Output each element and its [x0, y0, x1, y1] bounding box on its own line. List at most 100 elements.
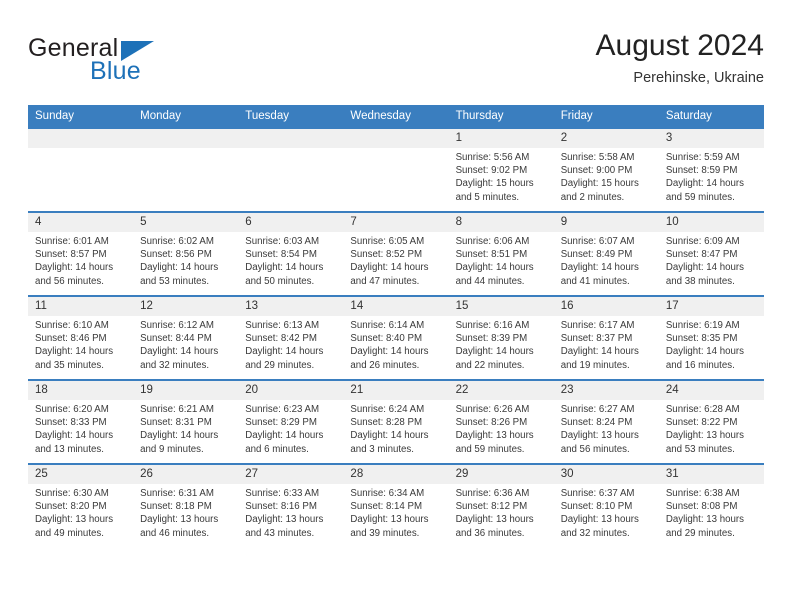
day-number: 3: [658, 129, 764, 148]
daylight-text: Daylight: 15 hours and 5 minutes.: [455, 178, 534, 203]
sunrise-text: Sunrise: 6:02 AM: [140, 236, 214, 247]
calendar-week-row: 4 Sunrise: 6:01 AM Sunset: 8:57 PM Daylight…: [28, 211, 764, 296]
calendar-day-cell[interactable]: 17 Sunrise: 6:19 AM Sunset: 8:35 PM Dayligh…: [658, 295, 764, 380]
sunset-text: Sunset: 8:20 PM: [35, 501, 107, 513]
day-details: Sunrise: 6:02 AM Sunset: 8:56 PM Daylight:…: [133, 232, 238, 288]
sunrise-text: Sunrise: 6:13 AM: [245, 320, 320, 331]
page-title: August 2024: [595, 29, 764, 62]
daylight-text: Daylight: 14 hours and 47 minutes.: [350, 262, 429, 287]
calendar-day-cell[interactable]: 29 Sunrise: 6:36 AM Sunset: 8:12 PM Dayligh…: [448, 463, 554, 547]
sunrise-text: Sunrise: 6:16 AM: [455, 320, 530, 331]
sunset-text: Sunset: 8:33 PM: [35, 417, 107, 429]
daylight-text: Daylight: 14 hours and 32 minutes.: [140, 346, 219, 371]
calendar-day-cell-empty: [133, 127, 239, 212]
sunrise-text: Sunrise: 6:09 AM: [665, 236, 740, 247]
daylight-text: Daylight: 13 hours and 43 minutes.: [245, 514, 324, 539]
weekday-headers: Sunday Monday Tuesday Wednesday Thursday Frid…: [28, 105, 764, 128]
general-blue-logo[interactable]: General Blue: [28, 34, 248, 92]
sunset-text: Sunset: 8:51 PM: [455, 249, 528, 261]
calendar-day-cell[interactable]: 27 Sunrise: 6:33 AM Sunset: 8:16 PM Dayligh…: [238, 463, 344, 547]
day-number: 13: [238, 297, 344, 316]
day-details: Sunrise: 6:17 AM Sunset: 8:37 PM Daylight:…: [554, 316, 659, 372]
calendar-day-cell[interactable]: 8 Sunrise: 6:06 AM Sunset: 8:51 PM Daylight…: [448, 211, 554, 296]
calendar-day-cell[interactable]: 24 Sunrise: 6:28 AM Sunset: 8:22 PM Dayligh…: [658, 379, 764, 464]
calendar-day-cell[interactable]: 22 Sunrise: 6:26 AM Sunset: 8:26 PM Dayligh…: [448, 379, 554, 464]
page-header: General Blue August 2024 Perehinske, Ukr…: [28, 28, 764, 98]
calendar-day-cell[interactable]: 20 Sunrise: 6:23 AM Sunset: 8:29 PM Dayligh…: [238, 379, 344, 464]
calendar-day-cell[interactable]: 16 Sunrise: 6:17 AM Sunset: 8:37 PM Dayligh…: [553, 295, 659, 380]
sunset-text: Sunset: 8:35 PM: [665, 333, 738, 345]
day-details: Sunrise: 6:13 AM Sunset: 8:42 PM Daylight:…: [238, 316, 343, 372]
calendar-day-cell[interactable]: 15 Sunrise: 6:16 AM Sunset: 8:39 PM Dayligh…: [448, 295, 554, 380]
day-number: 23: [553, 381, 659, 400]
day-details: Sunrise: 6:12 AM Sunset: 8:44 PM Daylight:…: [133, 316, 238, 372]
calendar-day-cell[interactable]: 13 Sunrise: 6:13 AM Sunset: 8:42 PM Dayligh…: [238, 295, 344, 380]
calendar-day-cell[interactable]: 19 Sunrise: 6:21 AM Sunset: 8:31 PM Dayligh…: [133, 379, 239, 464]
sunrise-text: Sunrise: 6:26 AM: [455, 404, 530, 415]
day-number: 9: [553, 213, 659, 232]
day-details: Sunrise: 6:09 AM Sunset: 8:47 PM Daylight:…: [659, 232, 764, 288]
day-details: Sunrise: 6:31 AM Sunset: 8:18 PM Daylight:…: [133, 484, 238, 540]
calendar-day-cell[interactable]: 12 Sunrise: 6:12 AM Sunset: 8:44 PM Dayligh…: [133, 295, 239, 380]
day-number: 29: [448, 465, 554, 484]
calendar-day-cell[interactable]: 31 Sunrise: 6:38 AM Sunset: 8:08 PM Dayligh…: [658, 463, 764, 547]
day-number: 15: [448, 297, 554, 316]
calendar-day-cell[interactable]: 4 Sunrise: 6:01 AM Sunset: 8:57 PM Daylight…: [28, 211, 134, 296]
day-details: Sunrise: 5:58 AM Sunset: 9:00 PM Daylight:…: [554, 148, 659, 204]
calendar-day-cell[interactable]: 11 Sunrise: 6:10 AM Sunset: 8:46 PM Dayligh…: [28, 295, 134, 380]
day-details: Sunrise: 6:20 AM Sunset: 8:33 PM Daylight:…: [28, 400, 133, 456]
day-number: 25: [28, 465, 134, 484]
daylight-text: Daylight: 14 hours and 50 minutes.: [245, 262, 324, 287]
daylight-text: Daylight: 13 hours and 39 minutes.: [350, 514, 429, 539]
calendar-page: General Blue August 2024 Perehinske, Ukr…: [0, 0, 792, 612]
sunset-text: Sunset: 8:26 PM: [455, 417, 528, 429]
sunrise-text: Sunrise: 5:56 AM: [455, 152, 530, 163]
daylight-text: Daylight: 14 hours and 22 minutes.: [455, 346, 534, 371]
daylight-text: Daylight: 14 hours and 3 minutes.: [350, 430, 429, 455]
daylight-text: Daylight: 14 hours and 26 minutes.: [350, 346, 429, 371]
calendar-day-cell[interactable]: 9 Sunrise: 6:07 AM Sunset: 8:49 PM Daylight…: [553, 211, 659, 296]
daylight-text: Daylight: 14 hours and 29 minutes.: [245, 346, 324, 371]
calendar-week-row: 1 Sunrise: 5:56 AM Sunset: 9:02 PM Daylight…: [28, 127, 764, 212]
calendar-day-cell[interactable]: 7 Sunrise: 6:05 AM Sunset: 8:52 PM Daylight…: [343, 211, 449, 296]
calendar-day-cell[interactable]: 26 Sunrise: 6:31 AM Sunset: 8:18 PM Dayligh…: [133, 463, 239, 547]
day-details: Sunrise: 6:38 AM Sunset: 8:08 PM Daylight:…: [659, 484, 764, 540]
calendar-day-cell[interactable]: 18 Sunrise: 6:20 AM Sunset: 8:33 PM Dayligh…: [28, 379, 134, 464]
daylight-text: Daylight: 14 hours and 16 minutes.: [665, 346, 744, 371]
calendar-day-cell[interactable]: 14 Sunrise: 6:14 AM Sunset: 8:40 PM Dayligh…: [343, 295, 449, 380]
day-details: Sunrise: 6:37 AM Sunset: 8:10 PM Daylight:…: [554, 484, 659, 540]
calendar-day-cell[interactable]: 25 Sunrise: 6:30 AM Sunset: 8:20 PM Dayligh…: [28, 463, 134, 547]
day-number: [28, 129, 134, 148]
day-details: Sunrise: 6:34 AM Sunset: 8:14 PM Daylight:…: [343, 484, 448, 540]
day-details: Sunrise: 6:16 AM Sunset: 8:39 PM Daylight:…: [449, 316, 554, 372]
day-number: 28: [343, 465, 449, 484]
sunrise-text: Sunrise: 6:14 AM: [350, 320, 425, 331]
calendar-body: 1 Sunrise: 5:56 AM Sunset: 9:02 PM Daylight…: [28, 127, 764, 547]
calendar-day-cell[interactable]: 5 Sunrise: 6:02 AM Sunset: 8:56 PM Daylight…: [133, 211, 239, 296]
sunrise-text: Sunrise: 6:28 AM: [665, 404, 740, 415]
sunrise-text: Sunrise: 6:31 AM: [140, 488, 214, 499]
calendar-day-cell[interactable]: 10 Sunrise: 6:09 AM Sunset: 8:47 PM Dayligh…: [658, 211, 764, 296]
calendar-day-cell[interactable]: 1 Sunrise: 5:56 AM Sunset: 9:02 PM Daylight…: [448, 127, 554, 212]
day-number: 1: [448, 129, 554, 148]
calendar-day-cell[interactable]: 6 Sunrise: 6:03 AM Sunset: 8:54 PM Daylight…: [238, 211, 344, 296]
sunset-text: Sunset: 8:59 PM: [665, 165, 738, 177]
day-details: Sunrise: 6:27 AM Sunset: 8:24 PM Daylight:…: [554, 400, 659, 456]
day-number: 17: [658, 297, 764, 316]
calendar-day-cell[interactable]: 3 Sunrise: 5:59 AM Sunset: 8:59 PM Daylight…: [658, 127, 764, 212]
calendar-day-cell[interactable]: 2 Sunrise: 5:58 AM Sunset: 9:00 PM Daylight…: [553, 127, 659, 212]
calendar-day-cell[interactable]: 21 Sunrise: 6:24 AM Sunset: 8:28 PM Dayligh…: [343, 379, 449, 464]
daylight-text: Daylight: 14 hours and 9 minutes.: [140, 430, 219, 455]
logo-text-blue: Blue: [90, 57, 141, 85]
day-details: Sunrise: 6:30 AM Sunset: 8:20 PM Daylight:…: [28, 484, 133, 540]
day-number: [238, 129, 344, 148]
daylight-text: Daylight: 13 hours and 46 minutes.: [140, 514, 219, 539]
calendar-day-cell[interactable]: 28 Sunrise: 6:34 AM Sunset: 8:14 PM Dayligh…: [343, 463, 449, 547]
sunset-text: Sunset: 8:37 PM: [560, 333, 633, 345]
sunset-text: Sunset: 8:46 PM: [35, 333, 107, 345]
sunrise-text: Sunrise: 6:21 AM: [140, 404, 214, 415]
calendar-header-row: Sunday Monday Tuesday Wednesday Thursday Frid…: [28, 105, 764, 128]
sunset-text: Sunset: 8:52 PM: [350, 249, 423, 261]
calendar-day-cell[interactable]: 23 Sunrise: 6:27 AM Sunset: 8:24 PM Dayligh…: [553, 379, 659, 464]
calendar-day-cell[interactable]: 30 Sunrise: 6:37 AM Sunset: 8:10 PM Dayligh…: [553, 463, 659, 547]
